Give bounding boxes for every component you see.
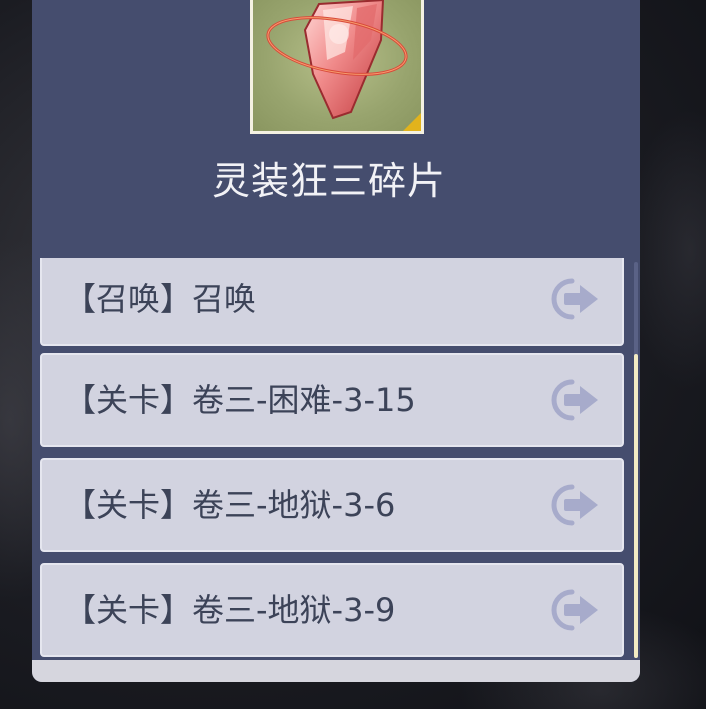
go-arrow-icon[interactable] bbox=[542, 377, 602, 423]
panel-footer bbox=[32, 660, 640, 682]
rarity-corner-badge bbox=[403, 113, 421, 131]
source-label: 【关卡】卷三-困难-3-15 bbox=[64, 381, 416, 419]
source-row-stage-hell-3-6[interactable]: 【关卡】卷三-地狱-3-6 bbox=[40, 458, 624, 552]
go-arrow-icon[interactable] bbox=[542, 276, 602, 322]
source-label: 【关卡】卷三-地狱-3-6 bbox=[64, 486, 396, 524]
source-label: 【召唤】召唤 bbox=[64, 280, 257, 318]
go-arrow-icon[interactable] bbox=[542, 587, 602, 633]
source-label: 【关卡】卷三-地狱-3-9 bbox=[64, 591, 396, 629]
item-source-panel: 灵装狂三碎片 【召唤】召唤 【关卡】卷三-困难-3-15 【关卡】卷三-地狱-3… bbox=[32, 0, 640, 682]
item-icon-card[interactable] bbox=[250, 0, 424, 134]
source-row-summon[interactable]: 【召唤】召唤 bbox=[40, 258, 624, 346]
source-row-stage-hell-3-9[interactable]: 【关卡】卷三-地狱-3-9 bbox=[40, 563, 624, 657]
scrollbar-thumb[interactable] bbox=[634, 354, 638, 658]
item-name: 灵装狂三碎片 bbox=[211, 159, 446, 203]
source-list-scrollbar[interactable] bbox=[634, 262, 638, 658]
go-arrow-icon[interactable] bbox=[542, 482, 602, 528]
source-list[interactable]: 【召唤】召唤 【关卡】卷三-困难-3-15 【关卡】卷三-地狱-3-6 【关卡】… bbox=[40, 258, 626, 658]
crystal-shard-icon bbox=[266, 0, 408, 120]
source-row-stage-hard-3-15[interactable]: 【关卡】卷三-困难-3-15 bbox=[40, 353, 624, 447]
